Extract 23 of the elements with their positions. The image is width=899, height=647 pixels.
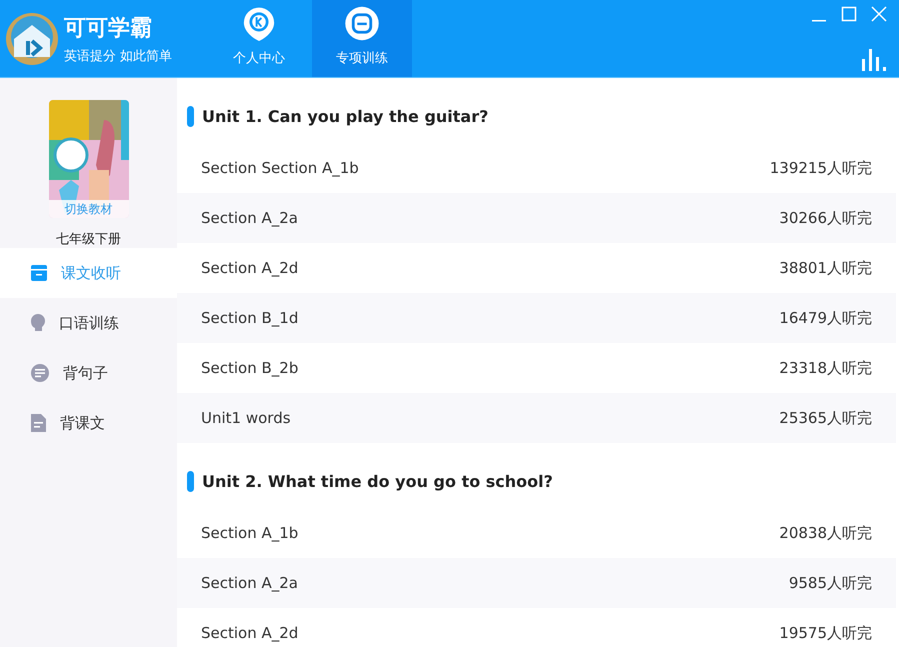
maximize-icon[interactable]: [841, 6, 857, 22]
lesson-row[interactable]: Section A_2a 30266人听完: [177, 193, 896, 243]
unit-title: Unit 1. Can you play the guitar?: [202, 106, 488, 126]
bar-chart-icon[interactable]: [861, 49, 887, 71]
nav-tab[interactable]: 专项训练: [312, 0, 412, 77]
head-icon: [31, 314, 45, 332]
lines-circle-icon: [31, 364, 49, 382]
unit-marker: [187, 470, 194, 492]
grade-label: 七年级下册: [56, 231, 121, 248]
sidebar-item[interactable]: 背课文: [0, 398, 177, 448]
app-slogan: 英语提分 如此简单: [64, 48, 172, 64]
close-icon[interactable]: [871, 6, 887, 22]
sidebar-item[interactable]: 背句子: [0, 348, 177, 398]
inbox-icon: [31, 265, 47, 281]
lesson-row[interactable]: Section B_1d 16479人听完: [177, 293, 896, 343]
document-icon: [31, 414, 46, 432]
unit-marker: [187, 106, 194, 126]
logo-icon: [4, 10, 60, 66]
unit-title: Unit 2. What time do you go to school?: [202, 472, 553, 490]
lesson-row[interactable]: Unit1 words 25365人听完: [177, 393, 896, 443]
lesson-row[interactable]: Section A_2a 9585人听完: [177, 558, 896, 608]
sidebar-item[interactable]: 口语训练: [0, 298, 177, 348]
app-name: 可可学霸: [64, 14, 153, 42]
